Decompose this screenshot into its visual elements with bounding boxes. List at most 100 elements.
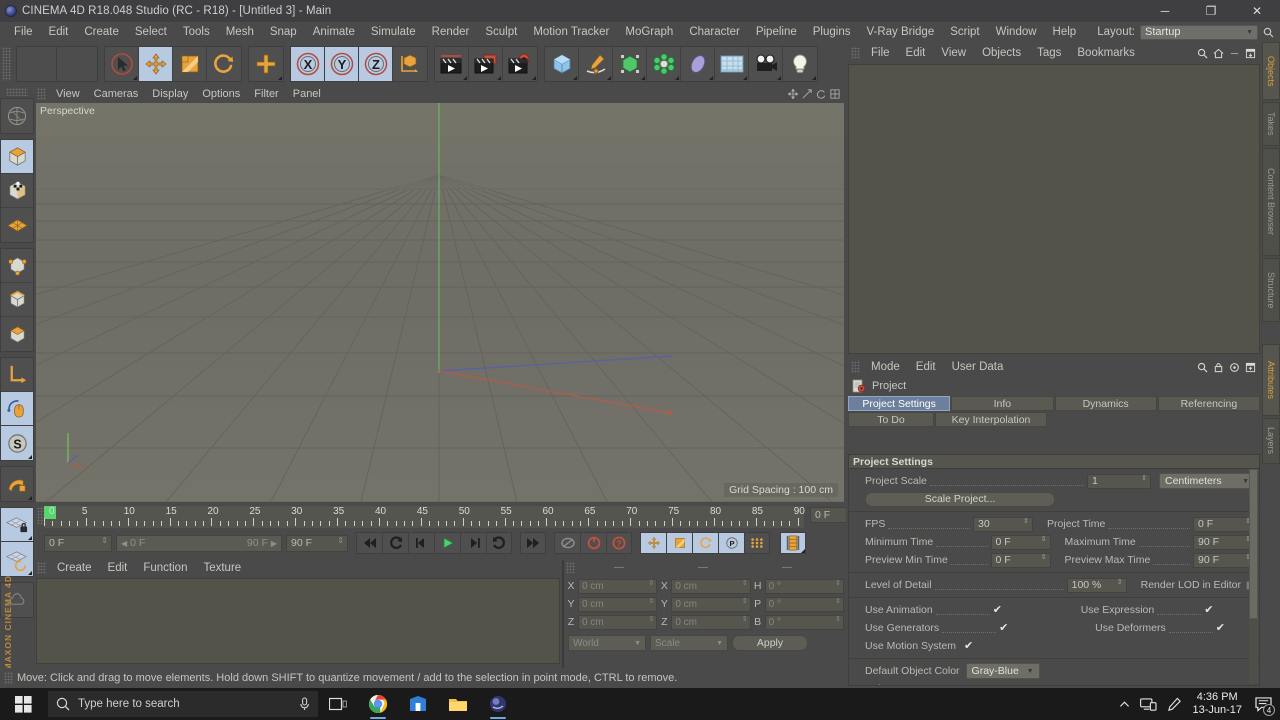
coordinate-position-x-input[interactable]: 0 cm ⇕ bbox=[578, 578, 658, 594]
coordinate-position-z-input[interactable]: 0 cm ⇕ bbox=[578, 614, 658, 630]
menu-item-motion-tracker[interactable]: Motion Tracker bbox=[525, 24, 617, 40]
menu-item-simulate[interactable]: Simulate bbox=[363, 24, 424, 40]
spinner-icon[interactable]: ⇕ bbox=[1041, 554, 1047, 561]
menu-item-tools[interactable]: Tools bbox=[175, 24, 218, 40]
triangle-icon[interactable]: ▸ bbox=[958, 685, 962, 686]
dock-tab-objects[interactable]: Objects bbox=[1262, 42, 1280, 100]
attribute-tab-dynamics[interactable]: Dynamics bbox=[1054, 396, 1157, 411]
chrome-taskbar-button[interactable] bbox=[358, 688, 398, 720]
use-motion-checkbox[interactable]: ✔ bbox=[964, 641, 974, 652]
pin-icon[interactable] bbox=[1245, 362, 1256, 373]
viewport-grip[interactable] bbox=[37, 88, 46, 100]
project-scale-input[interactable]: 1 ⇕ bbox=[1087, 473, 1151, 489]
add-light-button[interactable] bbox=[783, 47, 817, 81]
loop-playback-button[interactable] bbox=[486, 532, 512, 554]
keyframe-selection-button[interactable]: ? bbox=[606, 532, 632, 554]
add-floor-button[interactable] bbox=[715, 47, 749, 81]
coordinate-size-z-input[interactable]: 0 cm ⇕ bbox=[671, 614, 751, 630]
texture-mode-button[interactable] bbox=[1, 174, 33, 208]
material-list[interactable] bbox=[36, 578, 560, 664]
edit-render-settings-button[interactable] bbox=[503, 47, 537, 81]
current-frame-input[interactable]: 0 F ⇕ bbox=[44, 534, 112, 552]
menu-item-file[interactable]: File bbox=[6, 24, 41, 40]
go-to-start-button[interactable] bbox=[356, 532, 382, 554]
spinner-icon[interactable]: ⇕ bbox=[835, 580, 841, 587]
spinner-icon[interactable]: ⇕ bbox=[648, 598, 654, 605]
timeline-toggle-button[interactable] bbox=[780, 532, 806, 554]
menu-item-character[interactable]: Character bbox=[681, 24, 748, 40]
menu-item-create[interactable]: Create bbox=[76, 24, 127, 40]
coordinate-position-y-input[interactable]: 0 cm ⇕ bbox=[578, 596, 658, 612]
project-scale-unit-dropdown[interactable]: Centimeters ▼ bbox=[1159, 473, 1255, 489]
preview-max-input[interactable]: 90 F ⇕ bbox=[1193, 552, 1256, 568]
object-menu-item-file[interactable]: File bbox=[863, 45, 898, 61]
attributes-scrollbar[interactable] bbox=[1249, 469, 1258, 684]
menu-item-snap[interactable]: Snap bbox=[262, 24, 305, 40]
rotation-key-button[interactable] bbox=[692, 532, 718, 554]
object-menu-item-objects[interactable]: Objects bbox=[974, 45, 1029, 61]
perspective-viewport[interactable]: Perspective Grid Spacing: 100 cm bbox=[36, 103, 844, 502]
menu-item-script[interactable]: Script bbox=[942, 24, 987, 40]
menu-item-edit[interactable]: Edit bbox=[41, 24, 77, 40]
material-menu-item-function[interactable]: Function bbox=[135, 560, 195, 576]
store-taskbar-button[interactable] bbox=[398, 688, 438, 720]
close-button[interactable]: ✕ bbox=[1234, 0, 1280, 22]
menu-item-select[interactable]: Select bbox=[127, 24, 175, 40]
maximum-time-input[interactable]: 90 F ⇕ bbox=[1193, 534, 1256, 550]
viewport-menu-item-panel[interactable]: Panel bbox=[286, 87, 328, 101]
rotate-view-icon[interactable] bbox=[816, 89, 826, 99]
spinner-icon[interactable]: ⇕ bbox=[648, 580, 654, 587]
use-deformers-checkbox[interactable]: ✔ bbox=[1216, 623, 1226, 634]
viewport-menu-item-options[interactable]: Options bbox=[195, 87, 247, 101]
viewport-menu-item-cameras[interactable]: Cameras bbox=[87, 87, 146, 101]
move-view-icon[interactable] bbox=[788, 89, 798, 99]
go-to-previous-frame-button[interactable] bbox=[408, 532, 434, 554]
soft-selection-button[interactable]: S bbox=[1, 426, 33, 460]
menu-item-plugins[interactable]: Plugins bbox=[805, 24, 859, 40]
go-to-next-frame-button[interactable] bbox=[460, 532, 486, 554]
project-time-input[interactable]: 0 F ⇕ bbox=[1193, 516, 1255, 532]
coordinate-system-dropdown[interactable]: World ▼ bbox=[568, 635, 646, 651]
attribute-menu-item-user-data[interactable]: User Data bbox=[944, 359, 1012, 375]
spinner-icon[interactable]: ⇕ bbox=[835, 598, 841, 605]
world-object-coordinates[interactable] bbox=[393, 47, 427, 81]
y-axis-lock[interactable]: Y bbox=[325, 47, 359, 81]
add-camera-button[interactable] bbox=[749, 47, 783, 81]
add-plus-tool[interactable] bbox=[249, 47, 283, 81]
material-menu-item-texture[interactable]: Texture bbox=[195, 560, 249, 576]
model-mode-button[interactable] bbox=[1, 140, 33, 174]
material-manager-grip[interactable] bbox=[37, 562, 46, 574]
spinner-icon[interactable]: ⇕ bbox=[648, 616, 654, 623]
viewport-menu-item-view[interactable]: View bbox=[49, 87, 87, 101]
preview-min-input[interactable]: 0 F ⇕ bbox=[990, 552, 1051, 568]
search-icon[interactable] bbox=[1263, 27, 1274, 38]
taskbar-clock[interactable]: 4:36 PM 13-Jun-17 bbox=[1192, 691, 1242, 717]
move-tool[interactable] bbox=[139, 47, 173, 81]
coordinate-size-x-input[interactable]: 0 cm ⇕ bbox=[671, 578, 751, 594]
make-editable-button[interactable] bbox=[1, 99, 33, 133]
object-tree[interactable] bbox=[848, 64, 1260, 354]
minimum-time-input[interactable]: 0 F ⇕ bbox=[990, 534, 1051, 550]
attribute-tab-info[interactable]: Info bbox=[951, 396, 1054, 411]
add-bend-button[interactable] bbox=[681, 47, 715, 81]
play-forwards-button[interactable] bbox=[434, 532, 460, 554]
coordinates-grip[interactable] bbox=[566, 562, 575, 573]
scale-key-button[interactable] bbox=[666, 532, 692, 554]
spinner-icon[interactable]: ⇕ bbox=[1117, 579, 1123, 586]
timeline-range-scrollbar[interactable]: ◀ 0 F 90 F ▶ bbox=[116, 534, 282, 552]
add-spline-button[interactable] bbox=[579, 47, 613, 81]
snap-magnet-button[interactable] bbox=[1, 467, 33, 501]
polygons-mode-button[interactable] bbox=[1, 317, 33, 351]
dock-tab-layers[interactable]: Layers bbox=[1262, 418, 1280, 464]
object-menu-item-tags[interactable]: Tags bbox=[1029, 45, 1069, 61]
attribute-tab-to-do[interactable]: To Do bbox=[848, 412, 934, 427]
object-menu-item-edit[interactable]: Edit bbox=[898, 45, 934, 61]
menu-item-mograph[interactable]: MoGraph bbox=[617, 24, 681, 40]
dock-tab-structure[interactable]: Structure bbox=[1262, 258, 1280, 322]
add-array-button[interactable] bbox=[647, 47, 681, 81]
menu-item-mesh[interactable]: Mesh bbox=[218, 24, 262, 40]
parameter-key-button[interactable]: P bbox=[718, 532, 744, 554]
menu-item-window[interactable]: Window bbox=[988, 24, 1045, 40]
spinner-icon[interactable]: ⇕ bbox=[337, 536, 344, 544]
task-view-button[interactable] bbox=[318, 688, 358, 720]
